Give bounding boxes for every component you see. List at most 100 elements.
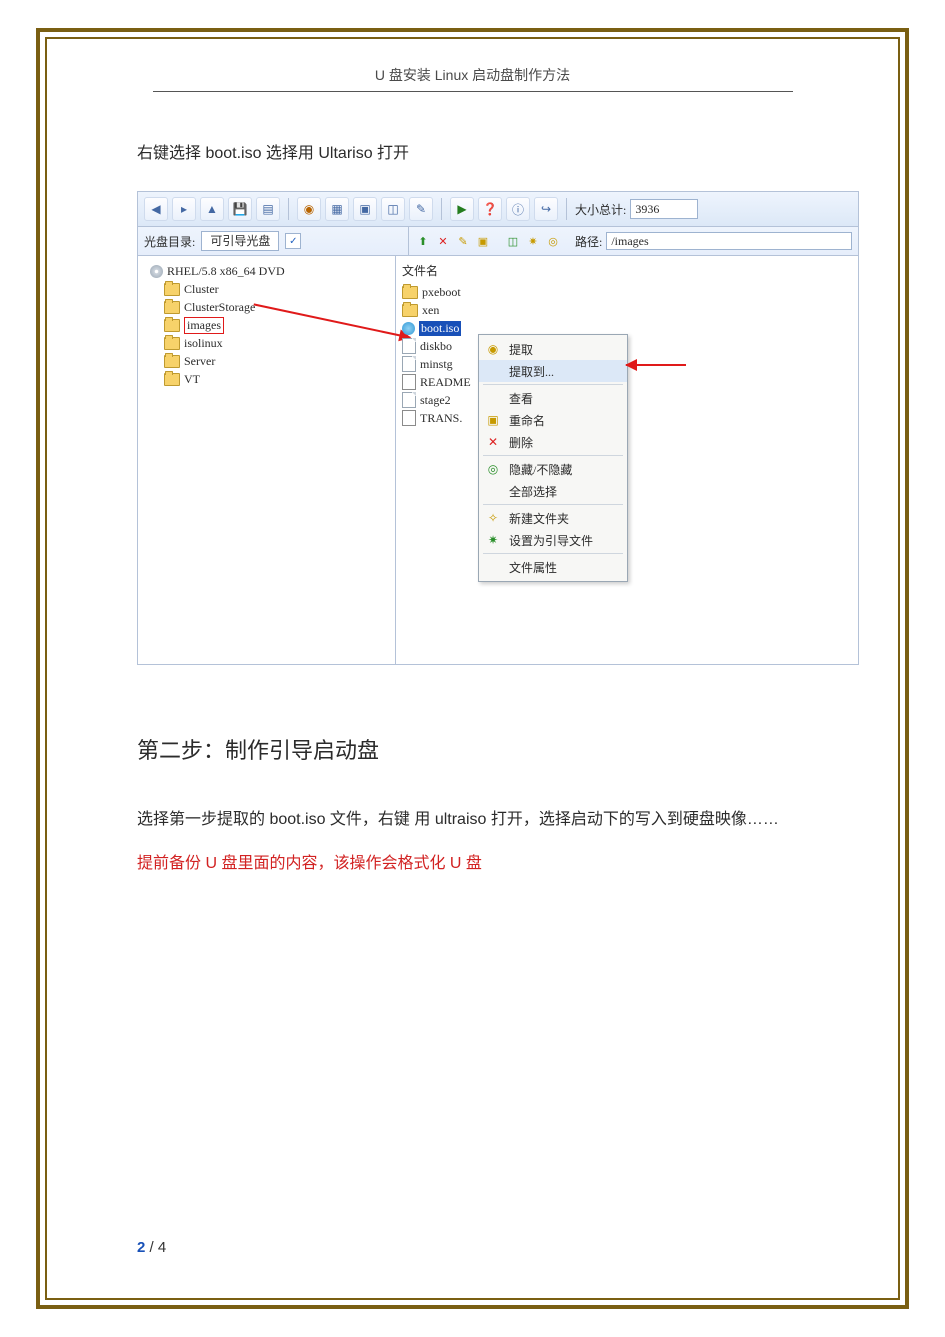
menu-label: 设置为引导文件 (509, 532, 593, 549)
toolbar-sep (566, 198, 567, 220)
tree-label: Server (184, 354, 215, 369)
file-icon (402, 392, 416, 408)
select-all-icon (485, 483, 501, 499)
tree-item[interactable]: isolinux (144, 334, 389, 352)
menu-properties[interactable]: 文件属性 (479, 556, 627, 578)
save-icon[interactable]: 💾 (228, 197, 252, 221)
info-icon[interactable]: ⓘ (506, 197, 530, 221)
view-icon (485, 390, 501, 406)
path-label: 路径: (575, 233, 602, 250)
intro-paragraph: 右键选择 boot.iso 选择用 Ultariso 打开 (137, 139, 828, 163)
menu-label: 删除 (509, 434, 533, 451)
newfold-icon[interactable]: ▣ (475, 233, 491, 249)
page-total: 4 (158, 1239, 166, 1256)
page-header: U 盘安装 Linux 启动盘制作方法 (153, 65, 793, 92)
menu-label: 隐藏/不隐藏 (509, 461, 572, 478)
hide-icon: ◎ (485, 461, 501, 477)
ultraiso-screenshot: ◀ ▸ ▲ 💾 ▤ ◉ ▦ ▣ ◫ ✎ ▶ ❓ ⓘ (137, 191, 859, 665)
nav-fwd-icon[interactable]: ▸ (172, 197, 196, 221)
file-row[interactable]: pxeboot (402, 283, 852, 301)
folder-icon (164, 373, 180, 386)
set-boot-icon: ✷ (485, 532, 501, 548)
rename-icon: ▣ (485, 412, 501, 428)
go-icon[interactable]: ▶ (450, 197, 474, 221)
tree-item[interactable]: VT (144, 370, 389, 388)
text-file-icon (402, 410, 416, 426)
toolbar: ◀ ▸ ▲ 💾 ▤ ◉ ▦ ▣ ◫ ✎ ▶ ❓ ⓘ (138, 192, 858, 227)
exit-icon[interactable]: ↪ (534, 197, 558, 221)
tree-root-label: RHEL/5.8 x86_64 DVD (167, 264, 285, 279)
menu-separator (483, 553, 623, 554)
path-field[interactable]: /images (606, 232, 852, 250)
file-icon (402, 338, 416, 354)
iso-icon (402, 322, 415, 335)
step2-warning: 提前备份 U 盘里面的内容，该操作会格式化 U 盘 (137, 849, 828, 873)
newfolder-icon[interactable]: ✎ (409, 197, 433, 221)
new-folder-icon: ✧ (485, 510, 501, 526)
file-row[interactable]: xen (402, 301, 852, 319)
remove-icon[interactable]: ◫ (381, 197, 405, 221)
file-icon (402, 356, 416, 372)
tree-item[interactable]: Server (144, 352, 389, 370)
menu-label: 新建文件夹 (509, 510, 569, 527)
file-label: pxeboot (422, 285, 461, 300)
page-sep: / (145, 1239, 158, 1256)
nav-back-icon[interactable]: ◀ (144, 197, 168, 221)
file-label: diskbo (420, 339, 452, 354)
size-total-label: 大小总计: (575, 201, 626, 218)
view-large-icon[interactable]: ◫ (505, 233, 521, 249)
tree-label: Cluster (184, 282, 219, 297)
bookable-check[interactable]: ✓ (285, 233, 301, 249)
menu-extract[interactable]: ◉提取 (479, 338, 627, 360)
file-label: minstg (420, 357, 453, 372)
folder-icon (164, 283, 180, 296)
nav-up-icon[interactable]: ▲ (200, 197, 224, 221)
file-label: xen (422, 303, 439, 318)
saveas-icon[interactable]: ▤ (256, 197, 280, 221)
menu-set-boot[interactable]: ✷ 设置为引导文件 (479, 529, 627, 551)
extract-icon: ◉ (485, 341, 501, 357)
tree-label: VT (184, 372, 200, 387)
menu-hide[interactable]: ◎ 隐藏/不隐藏 (479, 458, 627, 480)
folder-icon (402, 304, 418, 317)
menu-label: 重命名 (509, 412, 545, 429)
folder-icon (164, 337, 180, 350)
add-folder-icon[interactable]: ▣ (353, 197, 377, 221)
menu-separator (483, 384, 623, 385)
tree-label: ClusterStorage (184, 300, 255, 315)
tree-root[interactable]: RHEL/5.8 x86_64 DVD (144, 262, 389, 280)
help-icon[interactable]: ❓ (478, 197, 502, 221)
bookable-field[interactable]: 可引导光盘 (201, 231, 279, 251)
menu-delete[interactable]: ✕ 删除 (479, 431, 627, 453)
tree-label: isolinux (184, 336, 223, 351)
menu-rename[interactable]: ▣ 重命名 (479, 409, 627, 431)
tree-item[interactable]: Cluster (144, 280, 389, 298)
menu-extract-to[interactable]: 提取到... (479, 360, 627, 382)
view-detail-icon[interactable]: ✷ (525, 233, 541, 249)
size-total-field[interactable]: 3936 (630, 199, 698, 219)
folder-icon (164, 319, 180, 332)
page-footer: 2 / 4 (137, 1239, 166, 1256)
properties-icon (485, 559, 501, 575)
delete-x-icon[interactable]: ✕ (435, 233, 451, 249)
folder-icon (402, 286, 418, 299)
view-list-icon[interactable]: ◎ (545, 233, 561, 249)
menu-new-folder[interactable]: ✧ 新建文件夹 (479, 507, 627, 529)
column-header-name[interactable]: 文件名 (402, 262, 852, 279)
tree-label-highlighted: images (184, 317, 224, 334)
up-icon[interactable]: ⬆ (415, 233, 431, 249)
extract-to-icon (485, 363, 501, 379)
header-title: U 盘安装 Linux 启动盘制作方法 (375, 67, 570, 83)
newdoc-icon[interactable]: ✎ (455, 233, 471, 249)
file-label: README (420, 375, 471, 390)
menu-view[interactable]: 查看 (479, 387, 627, 409)
tree-pane: RHEL/5.8 x86_64 DVD Cluster ClusterStora… (138, 256, 396, 664)
extract-icon[interactable]: ◉ (297, 197, 321, 221)
delete-icon: ✕ (485, 434, 501, 450)
menu-select-all[interactable]: 全部选择 (479, 480, 627, 502)
file-label: boot.iso (419, 321, 461, 336)
toolbar-sep (441, 198, 442, 220)
file-pane: 文件名 pxeboot xen boot.iso diskbo minstg R… (396, 256, 858, 664)
add-file-icon[interactable]: ▦ (325, 197, 349, 221)
folder-icon (164, 301, 180, 314)
